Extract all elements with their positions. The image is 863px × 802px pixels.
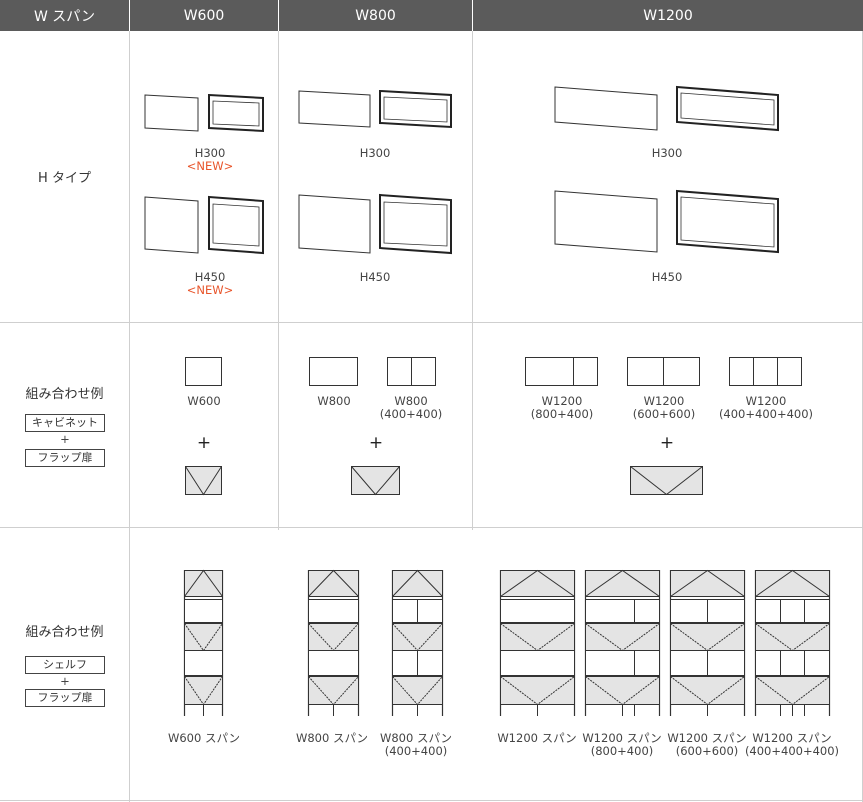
plus-sign: + — [659, 433, 675, 453]
label-cabinet-w600: W600 — [187, 394, 221, 408]
label-w800-h450: H450 — [359, 270, 391, 284]
shelf-unit-w1200-400x3-illustration — [754, 569, 831, 716]
row-label-combo-shelf: 組み合わせ例 — [25, 625, 104, 640]
label-cabinet-w1200a: W1200 — [541, 394, 583, 408]
label-shelf-w800a: W800 スパン — [295, 731, 369, 745]
label-shelf-w800b-sub: (400+400) — [384, 744, 448, 758]
panel-w600-h300-illustration — [144, 93, 264, 133]
header-divider — [129, 0, 130, 31]
label-shelf-w1200a: W1200 スパン — [497, 731, 577, 745]
grid-line — [472, 31, 473, 530]
panel-w1200-h450-illustration — [554, 189, 779, 254]
label-shelf-w1200d: W1200 スパン — [752, 731, 832, 745]
panel-w800-h450-illustration — [298, 193, 452, 255]
plus-sign: + — [196, 433, 212, 453]
label-shelf-w1200c: W1200 スパン — [667, 731, 747, 745]
shelf-unit-w1200-illustration — [499, 569, 576, 716]
flap-door-w600-illustration — [185, 466, 222, 496]
cabinet-w1200-800-400-illustration — [525, 357, 598, 386]
panel-w600-h450-illustration — [144, 195, 264, 255]
grid-line — [0, 800, 863, 801]
shelf-unit-w600-illustration — [183, 569, 224, 716]
panel-w800-h300-illustration — [298, 89, 452, 129]
label-w1200-h300: H300 — [651, 146, 683, 160]
panel-w1200-h300-illustration — [554, 85, 779, 132]
label-shelf-w1200d-sub: (400+400+400) — [744, 744, 840, 758]
plus-sign: + — [368, 433, 384, 453]
grid-line — [278, 31, 279, 530]
cabinet-w600-illustration — [185, 357, 222, 386]
label-new-badge: <NEW> — [186, 159, 234, 173]
header-w800: W800 — [279, 0, 472, 31]
label-new-badge: <NEW> — [186, 283, 234, 297]
cabinet-w1200-600-600-illustration — [627, 357, 700, 386]
label-plus: + — [60, 432, 70, 446]
grid-line — [0, 322, 863, 323]
label-shelf-w1200b-sub: (800+400) — [590, 744, 654, 758]
label-w800-h300: H300 — [359, 146, 391, 160]
label-w600-h300: H300 — [194, 146, 226, 160]
span-comparison-table: W スパン W600 W800 W1200 H タイプ 組み合わせ例 キャビネッ… — [0, 0, 863, 802]
header-w-span: W スパン — [0, 0, 129, 31]
label-cabinet-w1200a-sub: (800+400) — [530, 407, 594, 421]
label-shelf-w800b: W800 スパン — [379, 731, 453, 745]
shelf-unit-w800-split-illustration — [391, 569, 444, 716]
label-cabinet-w1200b: W1200 — [643, 394, 685, 408]
row-label-combo-cabinet: 組み合わせ例 — [25, 387, 104, 402]
label-cabinet-w1200c: W1200 — [745, 394, 787, 408]
header-divider — [472, 0, 473, 31]
label-shelf-w600: W600 スパン — [167, 731, 241, 745]
cabinet-w1200-400x3-illustration — [729, 357, 802, 386]
row-label-htype: H タイプ — [38, 171, 91, 186]
shelf-unit-w1200-800-400-illustration — [584, 569, 661, 716]
cabinet-w800-illustration — [309, 357, 358, 386]
label-cabinet-w800-split: W800 — [394, 394, 428, 408]
label-box-flap-door: フラップ扉 — [25, 689, 105, 707]
label-box-shelf: シェルフ — [25, 656, 105, 674]
header-divider — [278, 0, 279, 31]
label-cabinet-w800-split-sub: (400+400) — [379, 407, 443, 421]
grid-line — [129, 31, 130, 802]
grid-line — [0, 527, 863, 528]
label-box-flap-door: フラップ扉 — [25, 449, 105, 467]
shelf-unit-w800-illustration — [307, 569, 360, 716]
label-w600-h450: H450 — [194, 270, 226, 284]
flap-door-w1200-illustration — [630, 466, 703, 496]
header-w600: W600 — [130, 0, 278, 31]
label-box-cabinet: キャビネット — [25, 414, 105, 432]
label-cabinet-w1200b-sub: (600+600) — [632, 407, 696, 421]
header-w1200: W1200 — [473, 0, 863, 31]
cabinet-w800-400x2-illustration — [387, 357, 436, 386]
label-cabinet-w1200c-sub: (400+400+400) — [718, 407, 814, 421]
label-w1200-h450: H450 — [651, 270, 683, 284]
flap-door-w800-illustration — [351, 466, 400, 496]
label-plus: + — [60, 674, 70, 688]
label-shelf-w1200b: W1200 スパン — [582, 731, 662, 745]
label-cabinet-w800: W800 — [317, 394, 351, 408]
shelf-unit-w1200-600-600-illustration — [669, 569, 746, 716]
